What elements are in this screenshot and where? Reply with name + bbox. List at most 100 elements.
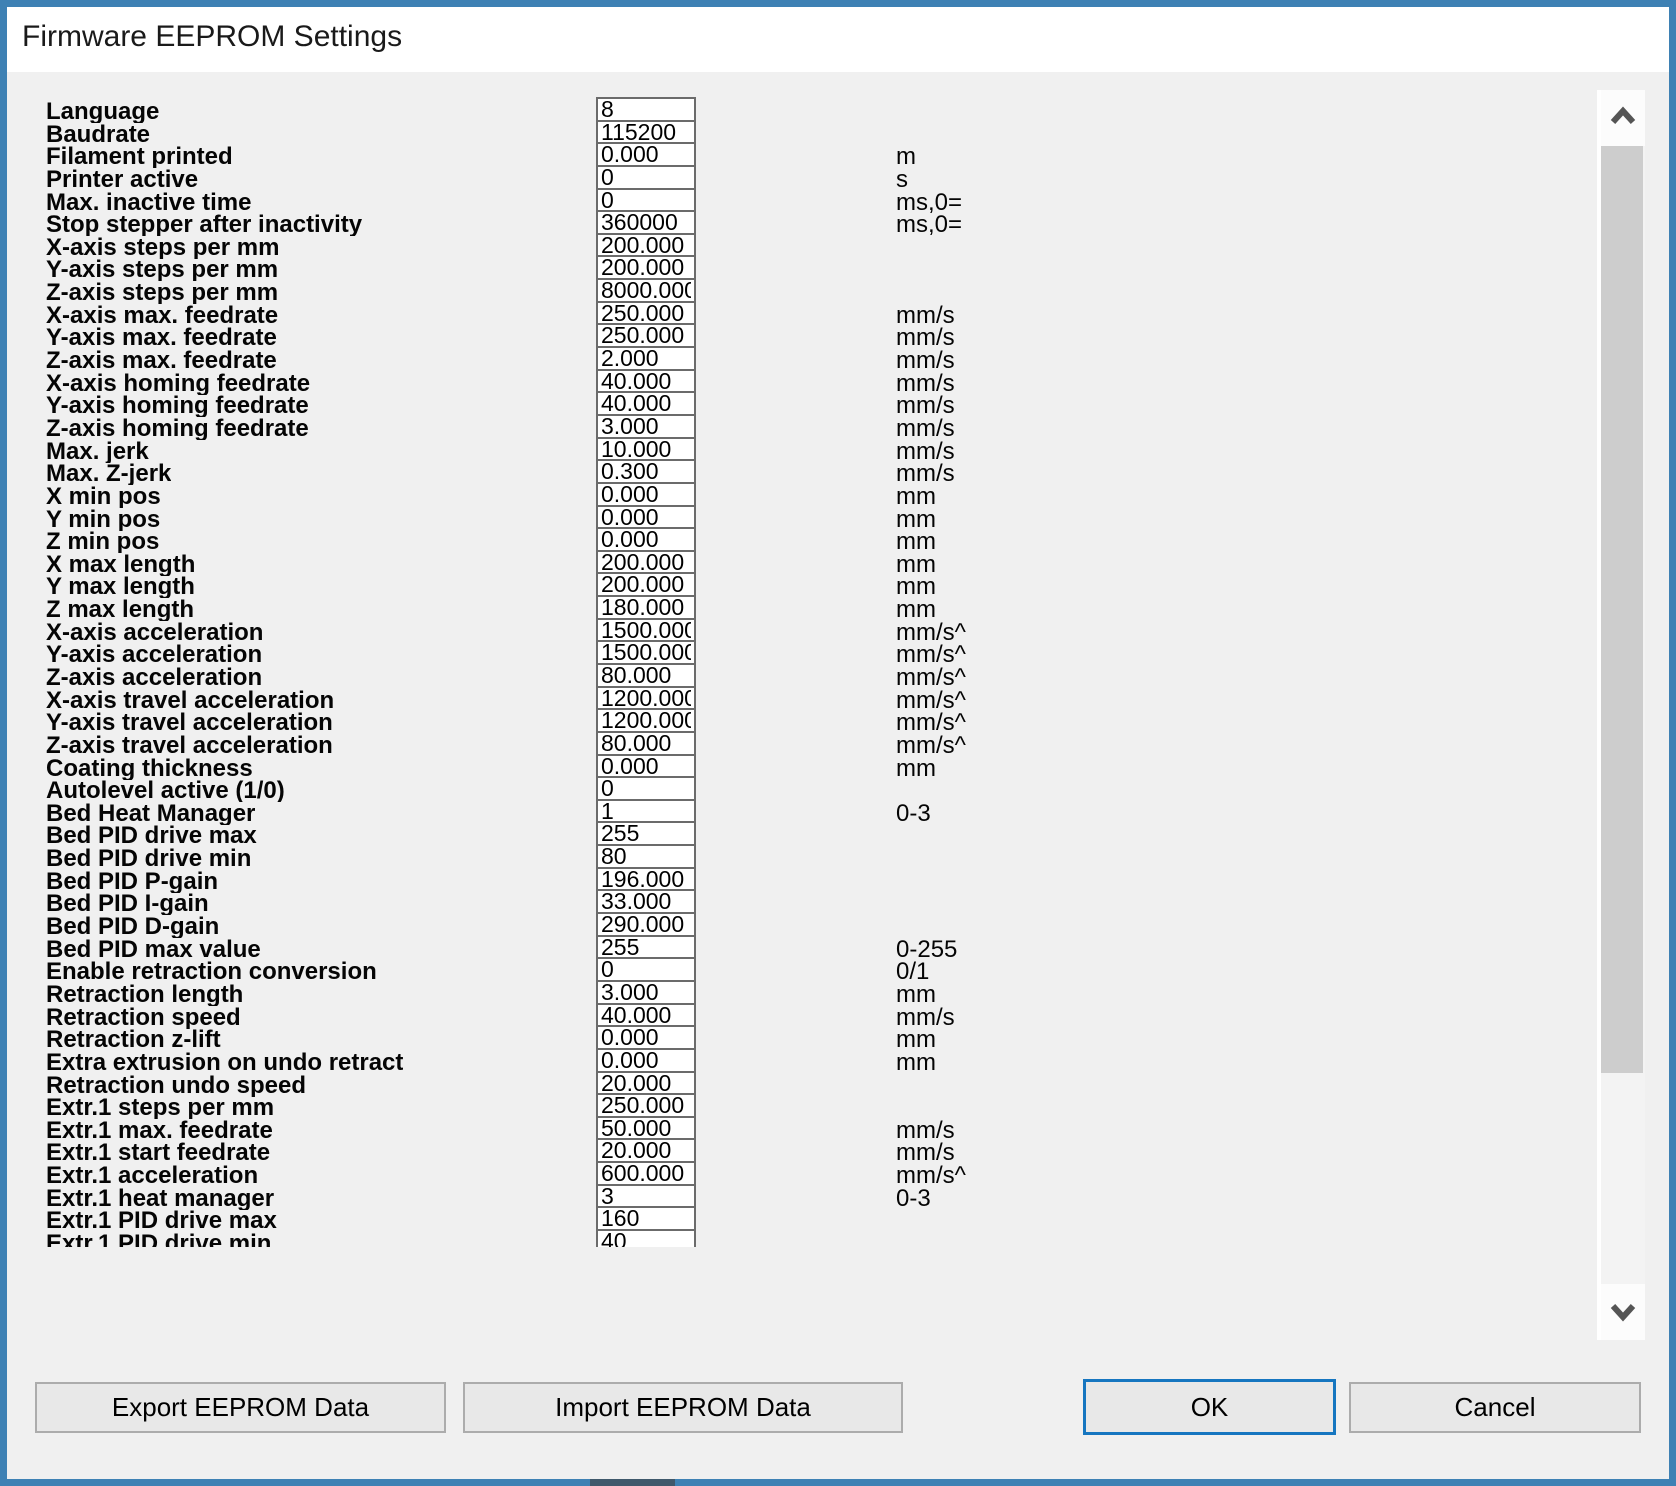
setting-label-printer-active: Printer active [46, 168, 198, 191]
setting-input-x-axis-travel-acceleration[interactable] [596, 686, 696, 711]
setting-input-y-min-pos[interactable] [596, 505, 696, 530]
import-eeprom-button[interactable]: Import EEPROM Data [463, 1382, 903, 1433]
setting-input-extr-1-steps-per-mm[interactable] [596, 1093, 696, 1118]
setting-unit-bed-pid-max-value: 0-255 [896, 938, 957, 961]
setting-input-bed-pid-d-gain[interactable] [596, 912, 696, 937]
setting-input-retraction-z-lift[interactable] [596, 1025, 696, 1050]
setting-input-z-max-length[interactable] [596, 595, 696, 620]
setting-input-extr-1-acceleration[interactable] [596, 1161, 696, 1186]
setting-input-z-axis-steps-per-mm[interactable] [596, 278, 696, 303]
setting-unit-z-axis-acceleration: mm/s^ [896, 666, 966, 689]
setting-input-y-max-length[interactable] [596, 572, 696, 597]
setting-input-max-inactive-time[interactable] [596, 188, 696, 213]
setting-input-retraction-speed[interactable] [596, 1003, 696, 1028]
scrollbar-track[interactable] [1601, 1073, 1645, 1284]
setting-input-x-axis-max-feedrate[interactable] [596, 301, 696, 326]
setting-input-bed-pid-max-value[interactable] [596, 935, 696, 960]
setting-input-x-axis-homing-feedrate[interactable] [596, 369, 696, 394]
setting-label-autolevel-active-1-0: Autolevel active (1/0) [46, 779, 285, 802]
scroll-down-button[interactable] [1601, 1284, 1645, 1340]
setting-label-extr-1-acceleration: Extr.1 acceleration [46, 1164, 258, 1187]
setting-input-x-axis-steps-per-mm[interactable] [596, 233, 696, 258]
setting-input-filament-printed[interactable] [596, 142, 696, 167]
setting-input-bed-pid-drive-min[interactable] [596, 844, 696, 869]
setting-input-stop-stepper-after-inactivity[interactable] [596, 210, 696, 235]
setting-label-x-max-length: X max length [46, 553, 195, 576]
ok-button[interactable]: OK [1083, 1379, 1336, 1435]
chevron-up-icon [1608, 106, 1638, 131]
setting-input-max-jerk[interactable] [596, 437, 696, 462]
setting-unit-printer-active: s [896, 168, 908, 191]
setting-input-y-axis-acceleration[interactable] [596, 640, 696, 665]
scrollbar-thumb[interactable] [1601, 146, 1643, 1073]
setting-label-retraction-z-lift: Retraction z-lift [46, 1028, 221, 1051]
setting-input-z-axis-max-feedrate[interactable] [596, 346, 696, 371]
setting-input-extr-1-heat-manager[interactable] [596, 1184, 696, 1209]
setting-label-extra-extrusion-on-undo-retract: Extra extrusion on undo retract [46, 1051, 403, 1074]
setting-label-filament-printed: Filament printed [46, 145, 233, 168]
setting-label-z-axis-travel-acceleration: Z-axis travel acceleration [46, 734, 333, 757]
setting-unit-extr-1-acceleration: mm/s^ [896, 1164, 966, 1187]
setting-input-z-axis-homing-feedrate[interactable] [596, 414, 696, 439]
setting-input-z-axis-acceleration[interactable] [596, 663, 696, 688]
setting-label-coating-thickness: Coating thickness [46, 757, 253, 780]
setting-input-retraction-length[interactable] [596, 980, 696, 1005]
setting-input-coating-thickness[interactable] [596, 754, 696, 779]
scroll-up-button[interactable] [1601, 90, 1645, 146]
setting-input-bed-pid-drive-max[interactable] [596, 821, 696, 846]
setting-input-max-z-jerk[interactable] [596, 459, 696, 484]
setting-input-z-axis-travel-acceleration[interactable] [596, 731, 696, 756]
cancel-button[interactable]: Cancel [1349, 1382, 1641, 1433]
setting-input-x-axis-acceleration[interactable] [596, 618, 696, 643]
setting-label-y-axis-travel-acceleration: Y-axis travel acceleration [46, 711, 333, 734]
setting-input-bed-pid-i-gain[interactable] [596, 889, 696, 914]
setting-label-x-min-pos: X min pos [46, 485, 161, 508]
setting-unit-x-axis-acceleration: mm/s^ [896, 621, 966, 644]
setting-input-baudrate[interactable] [596, 120, 696, 145]
setting-input-extr-1-max-feedrate[interactable] [596, 1116, 696, 1141]
setting-label-x-axis-max-feedrate: X-axis max. feedrate [46, 304, 278, 327]
setting-input-y-axis-travel-acceleration[interactable] [596, 708, 696, 733]
setting-label-x-axis-travel-acceleration: X-axis travel acceleration [46, 689, 334, 712]
setting-input-y-axis-max-feedrate[interactable] [596, 323, 696, 348]
setting-unit-x-axis-max-feedrate: mm/s [896, 304, 955, 327]
setting-unit-coating-thickness: mm [896, 757, 936, 780]
setting-unit-max-jerk: mm/s [896, 440, 955, 463]
setting-label-z-axis-max-feedrate: Z-axis max. feedrate [46, 349, 277, 372]
setting-label-extr-1-pid-drive-max: Extr.1 PID drive max [46, 1209, 277, 1232]
setting-input-enable-retraction-conversion[interactable] [596, 957, 696, 982]
setting-label-language: Language [46, 100, 159, 123]
setting-input-printer-active[interactable] [596, 165, 696, 190]
setting-label-retraction-speed: Retraction speed [46, 1006, 241, 1029]
setting-input-y-axis-homing-feedrate[interactable] [596, 391, 696, 416]
setting-label-bed-pid-max-value: Bed PID max value [46, 938, 261, 961]
setting-label-y-axis-homing-feedrate: Y-axis homing feedrate [46, 394, 309, 417]
setting-input-x-min-pos[interactable] [596, 482, 696, 507]
setting-unit-extr-1-heat-manager: 0-3 [896, 1187, 931, 1210]
setting-label-z-axis-acceleration: Z-axis acceleration [46, 666, 262, 689]
setting-label-bed-pid-p-gain: Bed PID P-gain [46, 870, 218, 893]
setting-input-bed-pid-p-gain[interactable] [596, 867, 696, 892]
setting-input-bed-heat-manager[interactable] [596, 799, 696, 824]
setting-input-extr-1-start-feedrate[interactable] [596, 1138, 696, 1163]
setting-input-extr-1-pid-drive-min[interactable] [596, 1229, 696, 1247]
setting-input-z-min-pos[interactable] [596, 527, 696, 552]
dialog-body: Firmware EEPROM Settings LanguageBaudrat… [7, 7, 1669, 1479]
setting-unit-extr-1-start-feedrate: mm/s [896, 1141, 955, 1164]
setting-label-extr-1-max-feedrate: Extr.1 max. feedrate [46, 1119, 273, 1142]
setting-unit-y-axis-acceleration: mm/s^ [896, 643, 966, 666]
vertical-scrollbar[interactable] [1601, 90, 1645, 1340]
setting-input-x-max-length[interactable] [596, 550, 696, 575]
setting-input-autolevel-active-1-0[interactable] [596, 776, 696, 801]
setting-unit-z-axis-travel-acceleration: mm/s^ [896, 734, 966, 757]
setting-label-retraction-undo-speed: Retraction undo speed [46, 1074, 306, 1097]
setting-input-language[interactable] [596, 97, 696, 122]
setting-input-extr-1-pid-drive-max[interactable] [596, 1206, 696, 1231]
setting-input-extra-extrusion-on-undo-retract[interactable] [596, 1048, 696, 1073]
setting-unit-y-axis-homing-feedrate: mm/s [896, 394, 955, 417]
export-eeprom-button[interactable]: Export EEPROM Data [35, 1382, 446, 1433]
settings-list: LanguageBaudrateFilament printedmPrinter… [38, 90, 1598, 1247]
setting-input-y-axis-steps-per-mm[interactable] [596, 255, 696, 280]
setting-label-max-inactive-time: Max. inactive time [46, 191, 251, 214]
setting-input-retraction-undo-speed[interactable] [596, 1071, 696, 1096]
